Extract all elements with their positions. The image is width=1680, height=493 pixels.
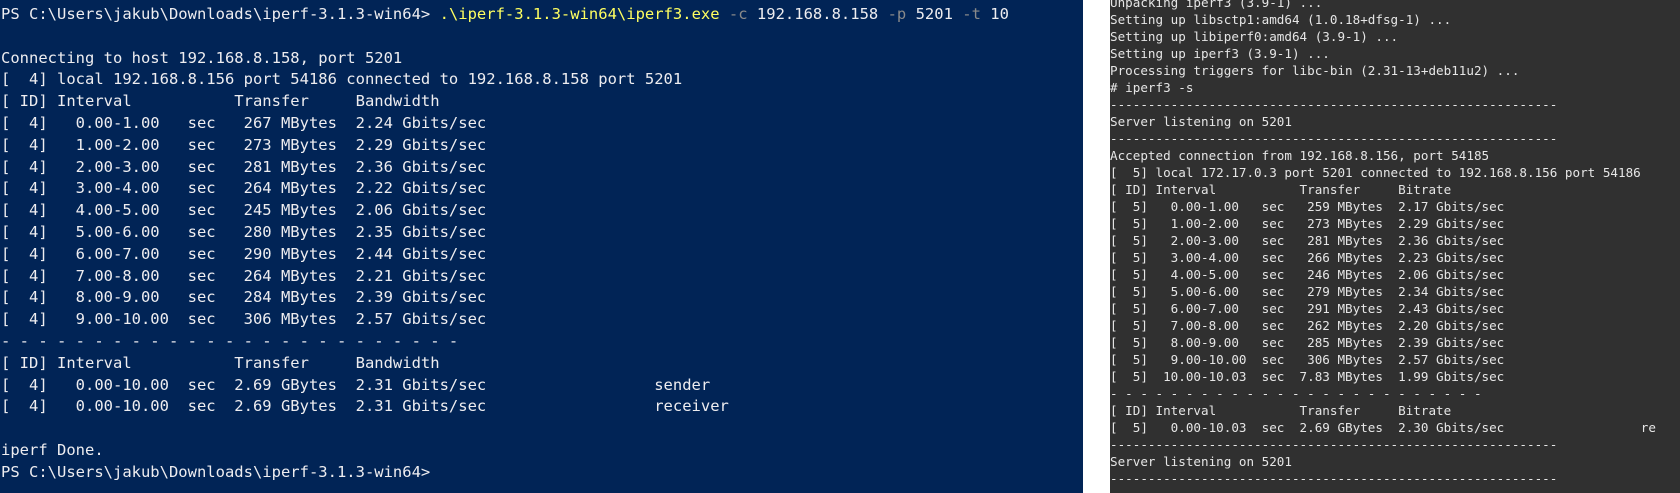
powershell-output-line: [ 4] 0.00-10.00 sec 2.69 GBytes 2.31 Gbi… xyxy=(1,375,711,394)
terminal-output-line: [ 5] 1.00-2.00 sec 273 MBytes 2.29 Gbits… xyxy=(1110,216,1505,231)
powershell-output-line: [ 4] local 192.168.8.156 port 54186 conn… xyxy=(1,70,683,89)
terminal-output-line: [ 5] 7.00-8.00 sec 262 MBytes 2.20 Gbits… xyxy=(1110,318,1505,333)
terminal-output-line: [ 5] 2.00-3.00 sec 281 MBytes 2.36 Gbits… xyxy=(1110,233,1505,248)
terminal-output-line: ----------------------------------------… xyxy=(1110,437,1558,452)
terminal-output-line: [ 5] 0.00-1.00 sec 259 MBytes 2.17 Gbits… xyxy=(1110,199,1505,214)
terminal-output-line: Setting up iperf3 (3.9-1) ... xyxy=(1110,46,1330,61)
terminal-output-line: [ 5] 6.00-7.00 sec 291 MBytes 2.43 Gbits… xyxy=(1110,301,1505,316)
powershell-output-line: [ 4] 0.00-1.00 sec 267 MBytes 2.24 Gbits… xyxy=(1,113,487,132)
terminal-output-line: [ ID] Interval Transfer Bitrate xyxy=(1110,403,1452,418)
powershell-output-line: [ 4] 5.00-6.00 sec 280 MBytes 2.35 Gbits… xyxy=(1,222,487,241)
powershell-output-line: Connecting to host 192.168.8.158, port 5… xyxy=(1,48,403,67)
terminal-output-line: [ 5] 3.00-4.00 sec 266 MBytes 2.23 Gbits… xyxy=(1110,250,1505,265)
terminal-output-line: Setting up libsctp1:amd64 (1.0.18+dfsg-1… xyxy=(1110,12,1452,27)
terminal-output-line: [ 5] 5.00-6.00 sec 279 MBytes 2.34 Gbits… xyxy=(1110,284,1505,299)
powershell-output-line: [ 4] 2.00-3.00 sec 281 MBytes 2.36 Gbits… xyxy=(1,157,487,176)
powershell-terminal[interactable]: PS C:\Users\jakub\Downloads\iperf-3.1.3-… xyxy=(0,0,1083,493)
powershell-output-line: - - - - - - - - - - - - - - - - - - - - … xyxy=(1,331,459,350)
command-arg-host: 192.168.8.158 xyxy=(747,5,888,23)
terminal-output-line: ----------------------------------------… xyxy=(1110,131,1558,146)
powershell-output-line: [ 4] 6.00-7.00 sec 290 MBytes 2.44 Gbits… xyxy=(1,244,487,263)
terminal-output-line: Setting up libiperf0:amd64 (3.9-1) ... xyxy=(1110,29,1399,44)
terminal-output-line: [ 5] 10.00-10.03 sec 7.83 MBytes 1.99 Gb… xyxy=(1110,369,1505,384)
powershell-output-line: [ ID] Interval Transfer Bandwidth xyxy=(1,92,440,111)
terminal-output-line: [ 5] 9.00-10.00 sec 306 MBytes 2.57 Gbit… xyxy=(1110,352,1505,367)
terminal-output-line: - - - - - - - - - - - - - - - - - - - - … xyxy=(1110,386,1482,401)
command-flag-c: -c xyxy=(728,5,748,23)
powershell-output-line: [ 4] 9.00-10.00 sec 306 MBytes 2.57 Gbit… xyxy=(1,310,487,329)
powershell-output-line: [ 4] 4.00-5.00 sec 245 MBytes 2.06 Gbits… xyxy=(1,201,487,220)
terminal-output-line: [ 5] 0.00-10.03 sec 2.69 GBytes 2.30 Gbi… xyxy=(1110,420,1656,435)
terminal-output-line: ----------------------------------------… xyxy=(1110,97,1558,112)
powershell-output-line xyxy=(1,418,1083,440)
powershell-prompt: PS C:\Users\jakub\Downloads\iperf-3.1.3-… xyxy=(1,5,440,23)
powershell-output: Connecting to host 192.168.8.158, port 5… xyxy=(1,26,1083,484)
command-executable: .\iperf-3.1.3-win64\iperf3.exe xyxy=(439,5,720,23)
terminal-output-line: # iperf3 -s xyxy=(1110,80,1194,95)
command-flag-p: -p xyxy=(887,5,907,23)
powershell-output-line: [ 4] 0.00-10.00 sec 2.69 GBytes 2.31 Gbi… xyxy=(1,397,729,416)
terminal-output: Unpacking iperf3 (3.9-1) ... Setting up l… xyxy=(1110,0,1680,487)
terminal-output-line: Server listening on 5201 xyxy=(1110,114,1292,129)
powershell-output-line: [ 4] 1.00-2.00 sec 273 MBytes 2.29 Gbits… xyxy=(1,135,487,154)
powershell-output-line: iperf Done. xyxy=(1,440,104,459)
command-arg-port: 5201 xyxy=(906,5,963,23)
linux-terminal[interactable]: Unpacking iperf3 (3.9-1) ... Setting up l… xyxy=(1110,0,1680,493)
terminal-output-line: Server listening on 5201 xyxy=(1110,454,1292,469)
terminal-output-line: [ 5] 8.00-9.00 sec 285 MBytes 2.39 Gbits… xyxy=(1110,335,1505,350)
terminal-output-line: Accepted connection from 192.168.8.156, … xyxy=(1110,148,1490,163)
terminal-output-line: [ 5] 4.00-5.00 sec 246 MBytes 2.06 Gbits… xyxy=(1110,267,1505,282)
powershell-output-line: [ 4] 3.00-4.00 sec 264 MBytes 2.22 Gbits… xyxy=(1,179,487,198)
terminal-output-line: [ 5] local 172.17.0.3 port 5201 connecte… xyxy=(1110,165,1641,180)
powershell-output-line: [ ID] Interval Transfer Bandwidth xyxy=(1,353,440,372)
terminal-output-line: [ ID] Interval Transfer Bitrate xyxy=(1110,182,1452,197)
terminal-output-line: Unpacking iperf3 (3.9-1) ... xyxy=(1110,0,1323,10)
powershell-output-line xyxy=(1,26,1083,48)
powershell-output-line: [ 4] 7.00-8.00 sec 264 MBytes 2.21 Gbits… xyxy=(1,266,487,285)
pane-divider xyxy=(1083,0,1110,493)
powershell-output-line: PS C:\Users\jakub\Downloads\iperf-3.1.3-… xyxy=(1,462,431,481)
terminal-output-line: ----------------------------------------… xyxy=(1110,471,1558,486)
command-flag-t: -t xyxy=(962,5,981,23)
terminal-output-line: Processing triggers for libc-bin (2.31-1… xyxy=(1110,63,1520,78)
command-arg-time: 10 xyxy=(980,5,1009,23)
powershell-command-line: PS C:\Users\jakub\Downloads\iperf-3.1.3-… xyxy=(1,4,1083,26)
powershell-output-line: [ 4] 8.00-9.00 sec 284 MBytes 2.39 Gbits… xyxy=(1,288,487,307)
